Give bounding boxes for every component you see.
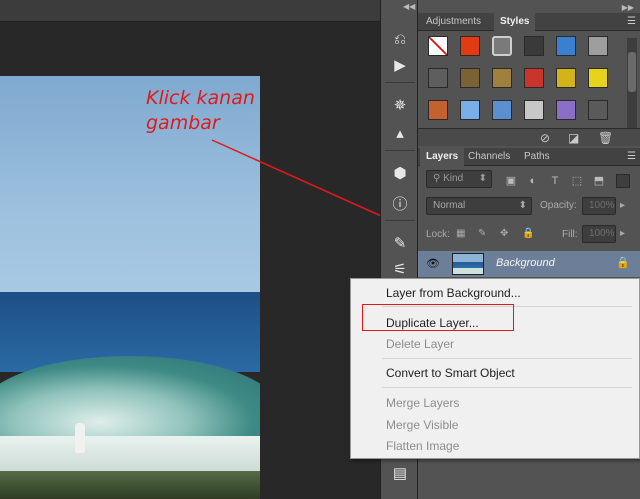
style-swatch[interactable]: [460, 36, 480, 56]
menu-item-merge-layers[interactable]: Merge Layers: [386, 393, 459, 413]
style-swatch[interactable]: [556, 68, 576, 88]
style-swatch[interactable]: [428, 100, 448, 120]
scroll-thumb[interactable]: [628, 52, 636, 92]
strip-divider: [385, 220, 415, 221]
layer-row-background[interactable]: 👁 Background 🔒: [418, 251, 640, 277]
strip-divider: [385, 150, 415, 151]
filter-kind-value: Kind: [443, 173, 464, 184]
filter-kind-select[interactable]: ⚲ Kind ⬍: [426, 170, 492, 188]
adjustments-tabbar: Adjustments Styles ☰: [418, 13, 640, 31]
panel-menu-icon[interactable]: ☰: [627, 16, 636, 27]
styles-scrollbar[interactable]: [627, 38, 637, 128]
info-icon[interactable]: ⓘ: [387, 192, 413, 214]
style-swatch[interactable]: [588, 36, 608, 56]
styles-footer: ⊘ ◪ 🗑: [418, 128, 640, 146]
opacity-label: Opacity:: [540, 200, 577, 211]
layer-name: Background: [496, 257, 555, 269]
filter-adjustment-icon[interactable]: ◐: [526, 174, 540, 188]
fill-chevron-icon[interactable]: ▸: [620, 228, 625, 239]
style-swatch[interactable]: [460, 100, 480, 120]
filter-type-icon[interactable]: T: [548, 174, 562, 188]
tab-styles[interactable]: Styles: [494, 13, 536, 31]
play-action-icon[interactable]: ▶: [387, 54, 413, 76]
layer-thumbnail: [452, 253, 484, 275]
annotation-line-1: Klick kanan: [146, 87, 255, 109]
filter-shape-icon[interactable]: ⬚: [570, 174, 584, 188]
delete-style-icon[interactable]: 🗑: [598, 131, 613, 145]
3d-cube-icon[interactable]: ⬢: [387, 162, 413, 184]
histogram-icon[interactable]: ▴: [387, 122, 413, 144]
layer-lock-icon[interactable]: 🔒: [616, 256, 630, 269]
tab-paths[interactable]: Paths: [518, 148, 556, 166]
style-swatch[interactable]: [428, 68, 448, 88]
layers-tabbar: Layers Channels Paths ☰: [418, 148, 640, 166]
filter-toggle-icon[interactable]: [616, 174, 630, 188]
style-swatch[interactable]: [492, 100, 512, 120]
fill-label: Fill:: [562, 229, 578, 240]
collapse-dock-icon[interactable]: ◀◀: [403, 2, 415, 11]
tab-adjustments[interactable]: Adjustments: [420, 13, 487, 31]
style-swatch[interactable]: [460, 68, 480, 88]
fill-field[interactable]: 100%: [582, 225, 616, 243]
style-swatch[interactable]: [492, 68, 512, 88]
lock-position-icon[interactable]: ✥: [500, 228, 508, 239]
tab-layers[interactable]: Layers: [420, 148, 465, 166]
layers-panel-menu-icon[interactable]: ☰: [627, 151, 636, 162]
opacity-chevron-icon[interactable]: ▸: [620, 200, 625, 211]
style-swatch[interactable]: [588, 100, 608, 120]
chevron-icon: ⬍: [478, 173, 487, 184]
history-icon[interactable]: ⎌: [387, 28, 413, 50]
style-swatch[interactable]: [524, 100, 544, 120]
no-style-icon[interactable]: ⊘: [540, 131, 550, 145]
blend-mode-select[interactable]: Normal ⬍: [426, 197, 532, 215]
eye-visibility-icon[interactable]: 👁: [426, 257, 440, 270]
tool-presets-icon[interactable]: ⚟: [387, 258, 413, 280]
compass-icon[interactable]: ✵: [387, 94, 413, 116]
annotation-line-2: gambar: [146, 112, 220, 134]
style-swatch[interactable]: [524, 36, 544, 56]
menu-item-layer-from-background[interactable]: Layer from Background...: [386, 283, 521, 303]
lock-image-icon[interactable]: ✎: [478, 228, 486, 239]
blend-mode-value: Normal: [433, 200, 466, 211]
menu-item-merge-visible[interactable]: Merge Visible: [386, 415, 458, 435]
style-swatch[interactable]: [492, 36, 512, 56]
tab-channels[interactable]: Channels: [462, 148, 516, 166]
menu-separator: [382, 358, 632, 359]
menu-separator: [382, 387, 632, 388]
style-swatch[interactable]: [588, 68, 608, 88]
style-swatch[interactable]: [428, 36, 448, 56]
filter-pixel-icon[interactable]: ▣: [504, 174, 518, 188]
style-swatch[interactable]: [524, 68, 544, 88]
strip-divider: [385, 82, 415, 83]
notes-icon[interactable]: ▤: [387, 462, 413, 484]
filter-smart-icon[interactable]: ⬒: [592, 174, 606, 188]
opacity-field[interactable]: 100%: [582, 197, 616, 215]
new-style-icon[interactable]: ◪: [568, 131, 579, 145]
annotation-highlight-box: [362, 304, 514, 331]
lock-transparent-icon[interactable]: ▦: [456, 228, 465, 239]
style-swatch[interactable]: [556, 100, 576, 120]
lock-all-icon[interactable]: 🔒: [522, 228, 534, 239]
chevron-icon: ⬍: [518, 200, 527, 211]
style-swatch[interactable]: [556, 36, 576, 56]
collapse-panels-icon[interactable]: ▶▶: [622, 3, 634, 12]
annotation-text: Klick kanan gambar: [146, 86, 255, 136]
menu-item-flatten-image[interactable]: Flatten Image: [386, 436, 459, 456]
menu-item-delete-layer[interactable]: Delete Layer: [386, 334, 454, 354]
menu-item-convert-smart-object[interactable]: Convert to Smart Object: [386, 363, 515, 383]
brush-presets-icon[interactable]: ✎: [387, 232, 413, 254]
search-icon: ⚲: [433, 173, 444, 184]
lock-label: Lock:: [426, 229, 450, 240]
